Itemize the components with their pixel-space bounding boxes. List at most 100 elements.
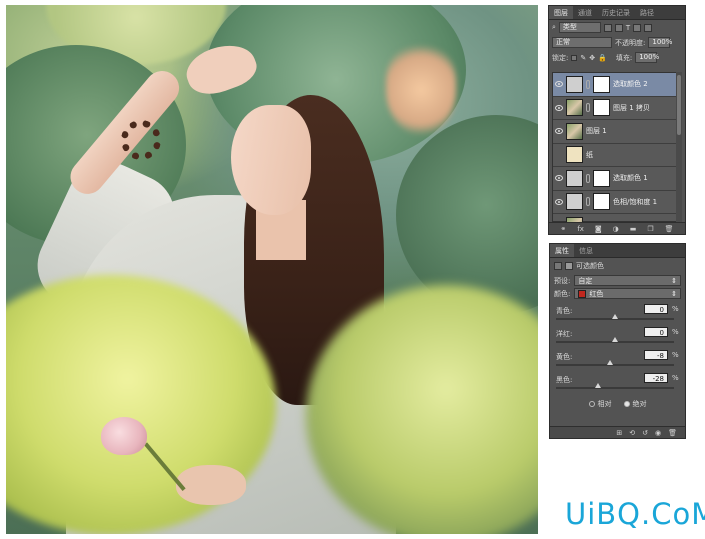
filter-row: ⌕ 类型 T [549,20,685,35]
mask-thumbnail[interactable] [593,75,610,93]
view-previous-icon[interactable]: ⟲ [629,429,635,437]
opacity-input[interactable]: 100% [648,37,672,48]
new-layer-icon[interactable]: ❐ [647,225,653,233]
lock-move-icon[interactable]: ✥ [589,54,595,62]
layers-scrollbar[interactable] [676,72,682,222]
shape-filter-icon[interactable] [633,23,642,32]
fx-icon[interactable]: fx [577,225,584,233]
tab-paths[interactable]: 路径 [635,6,659,19]
slider-label: 黄色: [556,353,573,361]
adjustment-thumbnail [566,75,583,93]
adjustment-thumbnail [566,193,583,211]
slider-value-input[interactable]: -28 [644,373,668,383]
method-absolute-option[interactable]: 绝对 [623,399,647,409]
lock-label: 锁定: [552,53,569,62]
lock-row: 锁定: ✎ ✥ 🔒 填充: 100% [549,50,685,65]
mask-thumbnail[interactable] [593,99,610,117]
trash-icon[interactable]: 🗑 [668,429,677,437]
lock-all-icon[interactable]: 🔒 [598,54,607,62]
slider-thumb[interactable] [595,383,602,388]
lock-transparent-icon[interactable] [571,54,578,61]
lotus-bud [101,417,147,455]
slider-track[interactable] [556,387,674,389]
visibility-eye-icon[interactable] [555,128,563,135]
blend-mode-select[interactable]: 正常 [552,37,612,48]
colors-select[interactable]: 红色 ⇕ [574,288,681,299]
canvas-stage: 图层 通道 历史记录 路径 ⌕ 类型 T 正常 不透明度: 100% 锁定: ✎… [0,0,705,539]
preset-select[interactable]: 自定 ⇕ [574,275,681,286]
reset-icon[interactable]: ↺ [642,429,648,437]
pixel-filter-icon[interactable] [603,23,612,32]
visibility-eye-icon[interactable]: ◉ [655,429,661,437]
slider-value-input[interactable]: 0 [644,304,668,314]
visibility-eye-icon[interactable] [555,198,563,205]
lotus-flower [386,45,456,135]
slider-track[interactable] [556,364,674,366]
slider-label: 洋红: [556,330,573,338]
layer-row[interactable]: 纸 [553,144,676,167]
layer-row[interactable]: 图层 1 拷贝 [553,97,676,120]
slider-yellow: 黄色: -8 % [554,349,681,372]
blend-row: 正常 不透明度: 100% [549,35,685,50]
chevron-down-icon: ⇕ [671,289,677,298]
mask-thumbnail[interactable] [593,193,610,211]
slider-cyan: 青色: 0 % [554,303,681,326]
smart-filter-icon[interactable] [644,23,653,32]
layer-name[interactable]: 图层 1 拷贝 [613,103,650,113]
method-relative-option[interactable]: 相对 [588,399,612,409]
lock-brush-icon[interactable]: ✎ [580,54,586,62]
slider-thumb[interactable] [612,337,618,342]
method-row: 相对 绝对 [550,399,685,409]
layer-row[interactable]: 图层 1 [553,120,676,144]
filter-kind-select[interactable]: 类型 [558,22,601,33]
link-chain-icon [586,173,590,183]
slider-thumb[interactable] [607,360,614,365]
slider-thumb[interactable] [612,314,618,319]
radio-absolute[interactable] [623,401,630,407]
tab-info[interactable]: 信息 [574,244,598,257]
adjustment-layer-icon[interactable] [554,261,562,270]
folder-icon[interactable]: ▬ [630,225,637,233]
properties-panel-tabs: 属性 信息 [550,244,685,258]
layer-thumbnail [566,146,583,164]
layer-name[interactable]: 选取颜色 1 [613,173,648,183]
mask-thumbnail[interactable] [593,169,610,187]
trash-icon[interactable]: 🗑 [665,225,674,233]
tab-properties[interactable]: 属性 [550,244,574,257]
link-icon[interactable]: ⚭ [560,225,566,233]
visibility-eye-icon[interactable] [555,175,563,182]
layer-row[interactable]: 选取颜色 2 [553,73,676,97]
properties-panel: 属性 信息 可选颜色 预设: 自定 ⇕ 颜色: 红色 ⇕ 青色: 0 % 洋红:… [549,243,686,439]
tab-channels[interactable]: 通道 [573,6,597,19]
layer-name[interactable]: 纸 [586,150,593,160]
type-filter-icon[interactable]: T [626,24,630,32]
layer-name[interactable]: 图层 1 [586,126,607,136]
tab-layers[interactable]: 图层 [549,6,573,19]
layer-row[interactable]: 色相/饱和度 1 [553,191,676,214]
slider-label: 黑色: [556,376,573,384]
colors-select-content: 红色 [578,289,603,299]
visibility-eye-icon[interactable] [555,81,563,88]
adjustment-icon[interactable]: ◑ [613,225,619,233]
radio-relative[interactable] [588,401,595,407]
layer-name[interactable]: 色相/饱和度 1 [613,197,657,207]
search-icon: ⌕ [552,23,556,31]
slider-black: 黑色: -28 % [554,372,681,395]
scrollbar-thumb[interactable] [677,75,681,135]
mask-icon[interactable]: ◙ [595,225,602,233]
fill-label: 填充: [615,53,633,62]
mask-icon[interactable] [565,261,573,270]
slider-magenta: 洋红: 0 % [554,326,681,349]
colors-label: 颜色: [554,289,571,298]
visibility-eye-icon[interactable] [555,104,563,111]
layer-name[interactable]: 选取颜色 2 [613,79,648,89]
layers-footer: ⚭ fx ◙ ◑ ▬ ❐ 🗑 [549,222,685,234]
clip-to-layer-icon[interactable]: ⊞ [616,429,622,437]
tab-history[interactable]: 历史记录 [597,6,635,19]
percent-unit: % [672,351,679,359]
slider-value-input[interactable]: -8 [644,350,668,360]
layer-row[interactable]: 选取颜色 1 [553,167,676,191]
adjust-filter-icon[interactable] [614,23,623,32]
slider-value-input[interactable]: 0 [644,327,668,337]
fill-input[interactable]: 100% [635,52,659,63]
